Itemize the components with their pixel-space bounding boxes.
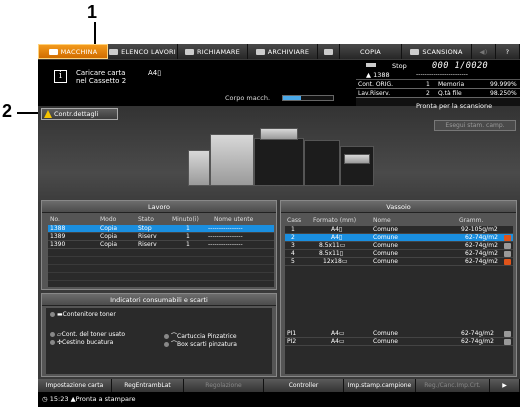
current-job-number: ▲ 1388 (366, 71, 390, 79)
detail-check-button[interactable]: Contr.dettagli (41, 108, 118, 120)
status-header: Stop 000 1/0020 ▲ 1388 -----------------… (356, 60, 520, 80)
clock-icon: ◷ (42, 395, 48, 403)
table-row[interactable]: PI2 A4▭ Comune 62-74g/m2 (285, 338, 513, 346)
status-state: Stop (392, 62, 407, 70)
paper-stack-icon (504, 251, 511, 257)
paper-settings-button[interactable]: Impostazione carta (38, 379, 112, 392)
sample-print-button[interactable]: Esegui stam. camp. (434, 120, 516, 131)
scan-icon (410, 48, 420, 55)
staple-waste-indicator: ⌒Box scarti pinzatura (164, 339, 237, 348)
store-icon (255, 48, 265, 55)
consumables-body: ▬Contenitore toner ▱Cont. del toner usat… (46, 308, 272, 374)
table-row[interactable]: 4 8.5x11▯ Comune 62-74g/m2 (285, 250, 513, 258)
help-button[interactable]: ? (496, 44, 520, 59)
job-table-body: 1388 Copia Stop 1 ---------------- 1389 Copia… (48, 225, 274, 287)
tab-recall[interactable]: RICHIAMARE (178, 44, 248, 59)
tray-panel: Vassoio Cass Formato (mm) Nome Gramm. 1A… (280, 200, 517, 377)
consumables-panel: Indicatori consumabili e scarti ▬Conteni… (41, 293, 277, 377)
job-table-header: No. Modo Stato Minuto(i) Nome utente (50, 216, 254, 223)
duplex-adjust-button[interactable]: RegEntrambLat (112, 379, 184, 392)
tray-table-header: Cass Formato (mm) Nome Gramm. (287, 217, 484, 224)
tab-job-list[interactable]: ELENCO LAVORI (108, 44, 178, 59)
status-row-orig: Cont. ORIG. 1 Memoria 99.999% (356, 80, 520, 89)
tab-machine[interactable]: MACCHINA (38, 44, 108, 59)
job-panel: Lavoro No. Modo Stato Minuto(i) Nome ute… (41, 200, 277, 290)
tab-copy[interactable]: COPIA (340, 44, 402, 59)
paper-stack-icon (504, 331, 511, 337)
used-toner-indicator: ▱Cont. del toner usato (50, 331, 125, 338)
tab-volume[interactable]: ◀) (472, 44, 496, 59)
message-paper-size: A4▯ (148, 69, 162, 77)
tray-table-body: 1 A4▯ Comune 92-105g/m2 2 A4▯ Comune 62-74g/m2… (285, 226, 513, 374)
status-panel: Stop 000 1/0020 ▲ 1388 -----------------… (356, 60, 520, 106)
printer-status-text: Pronta a stampare (75, 395, 136, 403)
message-line-2: nel Cassetto 2 (76, 77, 127, 85)
help-icon: ? (505, 47, 510, 56)
machine-icon (48, 48, 58, 55)
adjustment-button[interactable]: Regolazione (184, 379, 264, 392)
top-tab-bar: MACCHINA ELENCO LAVORI RICHIAMARE ARCHIV… (38, 44, 520, 59)
table-row[interactable]: 3 8.5x11▭ Comune 62-74g/m2 (285, 242, 513, 250)
info-icon: i (54, 70, 67, 83)
tray-panel-title: Vassoio (281, 201, 516, 213)
message-panel: i Caricare carta nel Cassetto 2 A4▯ Corp… (38, 60, 356, 106)
status-row-reserved: Lav.Riserv. 2 Q.tà file 98.250% (356, 89, 520, 98)
scan-ready-status: Pronta per la scansione (416, 102, 493, 110)
tab-scan[interactable]: SCANSIONA (402, 44, 472, 59)
controller-button[interactable]: Controller (264, 379, 344, 392)
table-row[interactable]: 1390 Copia Riserv 1 ---------------- (48, 241, 274, 249)
table-row[interactable]: 1388 Copia Stop 1 ---------------- (48, 225, 274, 233)
warning-icon (504, 259, 511, 265)
volume-icon: ◀) (479, 47, 488, 56)
warning-icon (44, 110, 52, 118)
progress-fill (283, 96, 301, 100)
punch-bin-indicator: ✣Cestino bucatura (50, 339, 113, 346)
book-icon (324, 48, 333, 55)
job-dashes: ------------------------ (416, 71, 468, 78)
job-list-icon (109, 48, 119, 55)
tab-store[interactable]: ARCHIVIARE (248, 44, 318, 59)
printer-machine-image (188, 124, 378, 194)
table-row[interactable]: PI1 A4▭ Comune 62-74g/m2 (285, 330, 513, 338)
table-row[interactable]: 1 A4▯ Comune 92-105g/m2 (285, 226, 513, 234)
clock-time: 15:23 (49, 395, 69, 403)
consumables-title: Indicatori consumabili e scarti (42, 294, 276, 306)
status-bar: ◷ 15:23 ▲Pronta a stampare (38, 392, 520, 407)
toner-container-indicator: ▬Contenitore toner (50, 311, 116, 318)
machine-body-progress (282, 95, 334, 101)
paper-stack-icon (504, 339, 511, 345)
table-row[interactable]: 5 12x18▭ Comune 62-74g/m2 (285, 258, 513, 266)
printer-icon (366, 63, 376, 67)
bottom-function-bar: Impostazione carta RegEntrambLat Regolaz… (38, 379, 520, 392)
next-arrow-button[interactable]: ▶ (490, 379, 520, 392)
machine-body-label: Corpo macch. (225, 94, 271, 102)
shortcut-register-button[interactable]: Reg./Canc.Imp.Crt. (416, 379, 490, 392)
callout-2: 2 (2, 101, 13, 121)
table-row[interactable]: 2 A4▯ Comune 62-74g/m2 (285, 234, 513, 242)
control-panel-screen: MACCHINA ELENCO LAVORI RICHIAMARE ARCHIV… (38, 44, 520, 407)
table-row[interactable]: 1389 Copia Riserv 1 ---------------- (48, 233, 274, 241)
recall-icon (185, 48, 195, 55)
callout-1: 1 (87, 2, 98, 22)
job-panel-title: Lavoro (42, 201, 276, 213)
tab-book[interactable] (318, 44, 340, 59)
paper-stack-icon (504, 243, 511, 249)
page-counter: 000 1/0020 (432, 61, 489, 71)
message-line-1: Caricare carta (76, 69, 126, 77)
sample-settings-button[interactable]: Imp.stamp.campione (344, 379, 416, 392)
warning-icon (504, 235, 511, 241)
